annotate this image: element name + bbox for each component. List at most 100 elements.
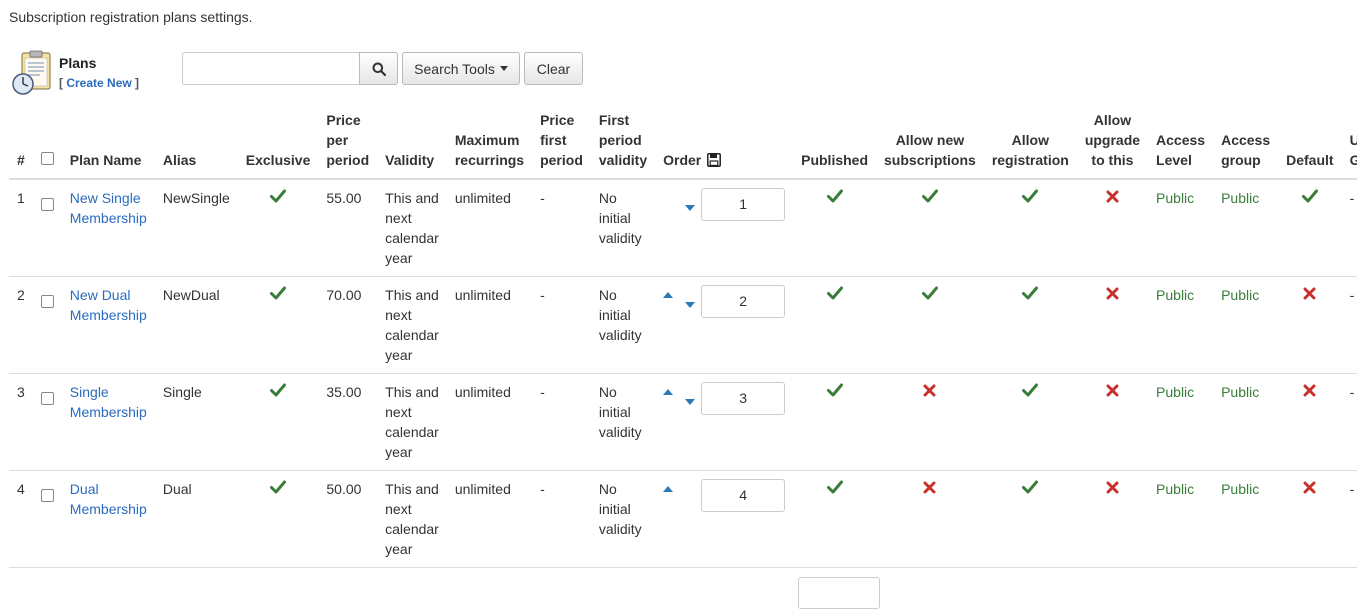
col-access-group[interactable]: Access group — [1213, 110, 1279, 180]
allow-registration-cell[interactable] — [983, 373, 1077, 471]
check-icon[interactable] — [826, 188, 843, 204]
col-allow-new[interactable]: Allow new subscriptions — [876, 110, 984, 180]
check-icon[interactable] — [270, 188, 287, 204]
col-alias[interactable]: Alias — [154, 110, 238, 180]
check-icon[interactable] — [270, 285, 287, 301]
cross-icon[interactable] — [1104, 382, 1120, 398]
exclusive-cell[interactable] — [237, 276, 319, 374]
clear-button[interactable]: Clear — [524, 52, 583, 85]
cross-icon[interactable] — [1302, 382, 1318, 398]
col-validity[interactable]: Validity — [377, 110, 447, 180]
published-cell[interactable] — [793, 179, 877, 277]
order-cell: 3 — [655, 373, 794, 471]
col-access-level[interactable]: Access Level — [1148, 110, 1214, 180]
plan-name-link[interactable]: Dual Membership — [70, 481, 147, 517]
check-icon[interactable] — [1022, 285, 1039, 301]
cross-icon[interactable] — [1104, 479, 1120, 495]
cross-icon[interactable] — [922, 479, 938, 495]
col-order[interactable]: Order — [655, 110, 794, 180]
cross-icon[interactable] — [922, 382, 938, 398]
col-allow-registration[interactable]: Allow registration — [983, 110, 1077, 180]
cut-cell: - — [1341, 179, 1357, 277]
move-down-icon[interactable] — [685, 302, 696, 308]
plan-name-cell: New Dual Membership — [61, 276, 155, 374]
order-arrows — [663, 479, 685, 519]
move-up-icon[interactable] — [663, 389, 674, 395]
exclusive-cell[interactable] — [237, 179, 319, 277]
plan-name-link[interactable]: Single Membership — [70, 384, 147, 420]
create-new-link[interactable]: Create New — [66, 76, 131, 90]
cross-icon[interactable] — [1104, 188, 1120, 204]
list-limit-select[interactable] — [798, 577, 880, 609]
check-icon[interactable] — [1022, 188, 1039, 204]
plan-name-link[interactable]: New Dual Membership — [70, 287, 147, 323]
check-icon[interactable] — [270, 382, 287, 398]
search-button[interactable] — [359, 52, 398, 85]
row-number: 1 — [9, 179, 33, 277]
search-tools-button[interactable]: Search Tools — [402, 52, 520, 85]
plan-name-cell: Single Membership — [61, 373, 155, 471]
allow-upgrade-cell[interactable] — [1076, 373, 1149, 471]
published-cell[interactable] — [793, 276, 877, 374]
allow-registration-cell[interactable] — [983, 276, 1077, 374]
plan-name-link[interactable]: New Single Membership — [70, 190, 147, 226]
default-cell[interactable] — [1278, 276, 1342, 374]
check-icon[interactable] — [826, 382, 843, 398]
move-up-icon[interactable] — [663, 486, 674, 492]
allow-new-cell[interactable] — [876, 179, 984, 277]
order-input[interactable]: 2 — [701, 285, 786, 318]
check-icon[interactable] — [921, 285, 938, 301]
order-input[interactable]: 4 — [701, 479, 786, 512]
col-exclusive[interactable]: Exclusive — [237, 110, 319, 180]
move-down-icon[interactable] — [685, 205, 696, 211]
col-published[interactable]: Published — [793, 110, 877, 180]
check-icon[interactable] — [826, 479, 843, 495]
row-checkbox[interactable] — [40, 489, 54, 502]
col-first-validity[interactable]: First period validity — [590, 110, 656, 180]
exclusive-cell[interactable] — [237, 470, 319, 568]
published-cell[interactable] — [793, 373, 877, 471]
col-price-per-period[interactable]: Price per period — [318, 110, 378, 180]
check-icon[interactable] — [1022, 479, 1039, 495]
allow-registration-cell[interactable] — [983, 179, 1077, 277]
allow-upgrade-cell[interactable] — [1076, 470, 1149, 568]
cross-icon[interactable] — [1302, 479, 1318, 495]
col-max-recurrings[interactable]: Maximum recurrings — [446, 110, 533, 180]
search-input[interactable] — [182, 52, 360, 85]
floppy-disk-icon[interactable] — [707, 153, 722, 167]
col-allow-upgrade[interactable]: Allow upgrade to this — [1076, 110, 1149, 180]
order-cell: 4 — [655, 470, 794, 568]
row-checkbox[interactable] — [40, 392, 54, 405]
default-cell[interactable] — [1278, 470, 1342, 568]
price-cell: 50.00 — [318, 470, 378, 568]
check-icon[interactable] — [921, 188, 938, 204]
col-plan-name[interactable]: Plan Name — [61, 110, 155, 180]
published-cell[interactable] — [793, 470, 877, 568]
select-all-checkbox[interactable] — [40, 152, 54, 165]
move-up-icon[interactable] — [663, 292, 674, 298]
allow-new-cell[interactable] — [876, 373, 984, 471]
row-checkbox[interactable] — [40, 198, 54, 211]
cross-icon[interactable] — [1302, 285, 1318, 301]
move-down-icon[interactable] — [685, 399, 696, 405]
check-icon[interactable] — [270, 479, 287, 495]
cross-icon[interactable] — [1104, 285, 1120, 301]
first-validity-cell: No initial validity — [590, 276, 656, 374]
row-checkbox[interactable] — [40, 295, 54, 308]
allow-upgrade-cell[interactable] — [1076, 179, 1149, 277]
col-price-first[interactable]: Price first period — [532, 110, 591, 180]
allow-new-cell[interactable] — [876, 470, 984, 568]
col-cut[interactable]: U G — [1341, 110, 1357, 180]
col-default[interactable]: Default — [1278, 110, 1342, 180]
allow-registration-cell[interactable] — [983, 470, 1077, 568]
check-icon[interactable] — [1022, 382, 1039, 398]
exclusive-cell[interactable] — [237, 373, 319, 471]
default-cell[interactable] — [1278, 179, 1342, 277]
order-input[interactable]: 3 — [701, 382, 786, 415]
check-icon[interactable] — [826, 285, 843, 301]
allow-upgrade-cell[interactable] — [1076, 276, 1149, 374]
allow-new-cell[interactable] — [876, 276, 984, 374]
default-cell[interactable] — [1278, 373, 1342, 471]
order-input[interactable]: 1 — [701, 188, 786, 221]
check-icon[interactable] — [1301, 188, 1318, 204]
